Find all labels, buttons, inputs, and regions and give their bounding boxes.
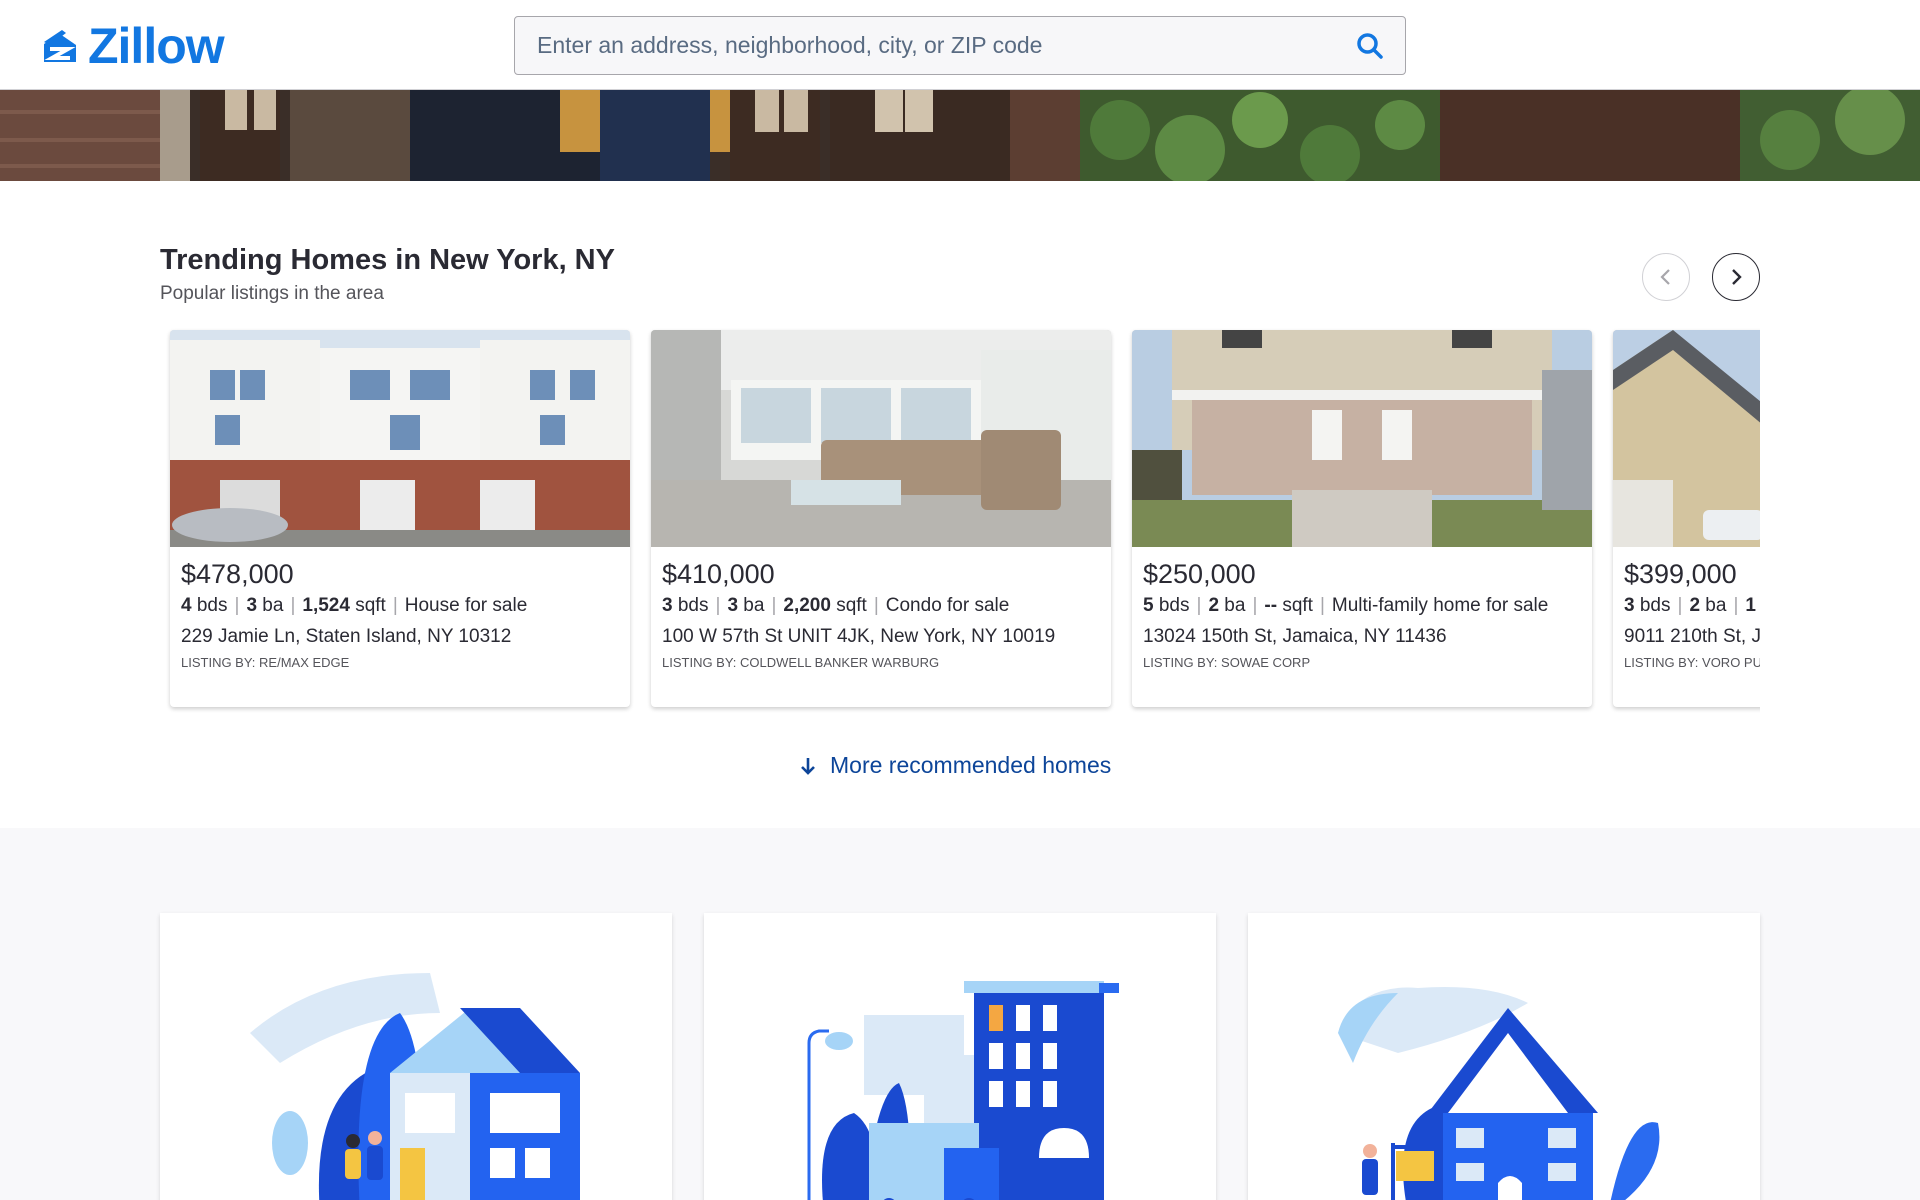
- listing-photo: [170, 330, 630, 547]
- section-title: Trending Homes in New York, NY: [160, 244, 615, 276]
- listing-photo: [651, 330, 1111, 547]
- baths-unit: ba: [1705, 595, 1727, 616]
- beds-unit: bds: [196, 595, 228, 616]
- listing-photo: [1613, 330, 1760, 547]
- promo-card-sell[interactable]: [1248, 913, 1760, 1200]
- listing-facts: 5 bds | 2 ba | -- sqft | Multi-family home for…: [1143, 591, 1581, 621]
- beds-value: 3: [1624, 595, 1635, 616]
- section-subtitle: Popular listings in the area: [160, 283, 384, 304]
- search-icon: [1357, 32, 1383, 59]
- beds-unit: bds: [677, 595, 709, 616]
- divider: |: [771, 595, 777, 616]
- listing-type: House for sale: [404, 595, 528, 616]
- listing-price: $478,000: [181, 559, 294, 589]
- beds-value: 4: [181, 595, 192, 616]
- carousel-next-button[interactable]: [1712, 253, 1760, 301]
- listing-facts: 3 bds | 2 ba | 1: [1624, 591, 1760, 621]
- divider: |: [873, 595, 879, 616]
- listing-price: $399,000: [1624, 559, 1737, 589]
- sqft-unit: sqft: [355, 595, 386, 616]
- baths-unit: ba: [1224, 595, 1246, 616]
- chevron-left-icon: [1660, 269, 1670, 285]
- carousel-prev-button[interactable]: [1642, 253, 1690, 301]
- promo-card-rent[interactable]: [704, 913, 1216, 1200]
- house-illustration: [250, 973, 580, 1200]
- beds-value: 3: [662, 595, 673, 616]
- listing-broker: LISTING BY: RE/MAX EDGE: [181, 655, 350, 670]
- divider: |: [290, 595, 296, 616]
- listing-address: 13024 150th St, Jamaica, NY 11436: [1143, 626, 1447, 647]
- zillow-logo[interactable]: Zillow: [40, 18, 225, 74]
- divider: |: [1319, 595, 1325, 616]
- more-recommended-link[interactable]: More recommended homes: [800, 752, 1111, 779]
- baths-value: 2: [1689, 595, 1701, 616]
- search-bar: [514, 16, 1406, 75]
- zillow-logo-icon: [44, 30, 76, 62]
- building-illustration: [807, 981, 1119, 1200]
- chevron-right-icon: [1732, 269, 1742, 285]
- sqft-unit: sqft: [836, 595, 867, 616]
- more-recommended-label: More recommended homes: [830, 752, 1112, 778]
- listing-address: 100 W 57th St UNIT 4JK, New York, NY 100…: [662, 626, 1056, 647]
- listing-address: 9011 210th St, J: [1624, 626, 1760, 647]
- sqft-unit: sqft: [1282, 595, 1313, 616]
- listing-type: Multi-family home for sale: [1331, 595, 1549, 616]
- baths-unit: ba: [262, 595, 284, 616]
- listing-carousel: $478,000 4 bds | 3 ba | 1,524 sqft | House for…: [160, 322, 1760, 722]
- listing-facts: 4 bds | 3 ba | 1,524 sqft | House for sale: [181, 591, 619, 621]
- beds-unit: bds: [1158, 595, 1190, 616]
- listing-type: Condo for sale: [885, 595, 1010, 616]
- sqft-value: 1: [1745, 595, 1756, 616]
- divider: |: [1252, 595, 1258, 616]
- divider: |: [234, 595, 240, 616]
- beds-unit: bds: [1639, 595, 1671, 616]
- baths-value: 3: [727, 595, 739, 616]
- divider: |: [715, 595, 721, 616]
- beds-value: 5: [1143, 595, 1154, 616]
- sqft-value: --: [1264, 595, 1278, 616]
- search-input[interactable]: [515, 17, 1335, 74]
- listing-photo: [1132, 330, 1592, 547]
- listing-broker: LISTING BY: COLDWELL BANKER WARBURG: [662, 655, 940, 670]
- listing-facts: 3 bds | 3 ba | 2,200 sqft | Condo for sale: [662, 591, 1100, 621]
- listing-card[interactable]: $250,000 5 bds | 2 ba | -- sqft | Multi-family…: [1132, 330, 1592, 707]
- site-header: Zillow: [0, 0, 1920, 90]
- divider: |: [1733, 595, 1739, 616]
- baths-value: 3: [246, 595, 258, 616]
- divider: |: [1196, 595, 1202, 616]
- baths-value: 2: [1208, 595, 1220, 616]
- arrow-down-icon: [801, 757, 815, 775]
- sqft-value: 1,524: [302, 595, 350, 616]
- listing-price: $250,000: [1143, 559, 1256, 589]
- sell-house-illustration: [1338, 987, 1660, 1200]
- hero-image: [0, 90, 1920, 181]
- divider: |: [392, 595, 398, 616]
- listing-card[interactable]: $478,000 4 bds | 3 ba | 1,524 sqft | House for…: [170, 330, 630, 707]
- sqft-value: 2,200: [783, 595, 831, 616]
- listing-address: 229 Jamie Ln, Staten Island, NY 10312: [181, 626, 512, 647]
- listing-price: $410,000: [662, 559, 775, 589]
- listing-card[interactable]: $410,000 3 bds | 3 ba | 2,200 sqft | Condo for…: [651, 330, 1111, 707]
- listing-card[interactable]: $399,000 3 bds | 2 ba | 1 9011 210th St, J L…: [1613, 330, 1760, 707]
- baths-unit: ba: [743, 595, 765, 616]
- listing-broker: LISTING BY: VORO PU: [1624, 655, 1760, 670]
- promo-card-buy[interactable]: [160, 913, 672, 1200]
- search-button[interactable]: [1335, 17, 1405, 74]
- listing-broker: LISTING BY: SOWAE CORP: [1143, 655, 1311, 670]
- divider: |: [1677, 595, 1683, 616]
- logo-text: Zillow: [88, 18, 225, 74]
